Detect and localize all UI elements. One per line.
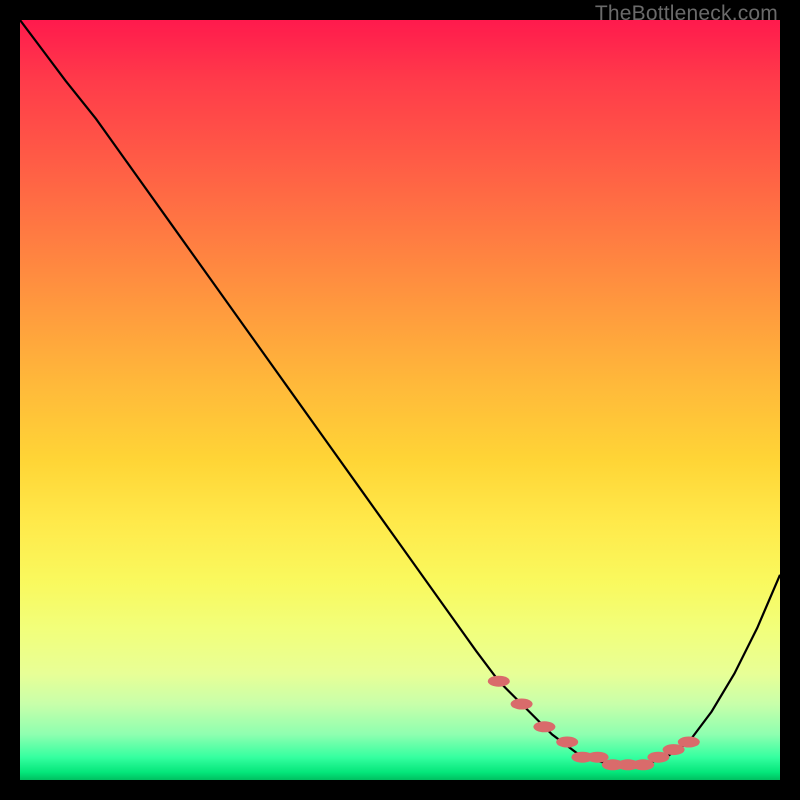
plot-area [20,20,780,780]
marker-dot [533,721,555,732]
curve-line [20,20,780,765]
bottleneck-curve [20,20,780,765]
chart-svg [20,20,780,780]
chart-frame: TheBottleneck.com [0,0,800,800]
marker-dot [678,737,700,748]
marker-dot [556,737,578,748]
marker-dot [511,699,533,710]
sweet-spot-markers [488,676,700,771]
marker-dot [488,676,510,687]
